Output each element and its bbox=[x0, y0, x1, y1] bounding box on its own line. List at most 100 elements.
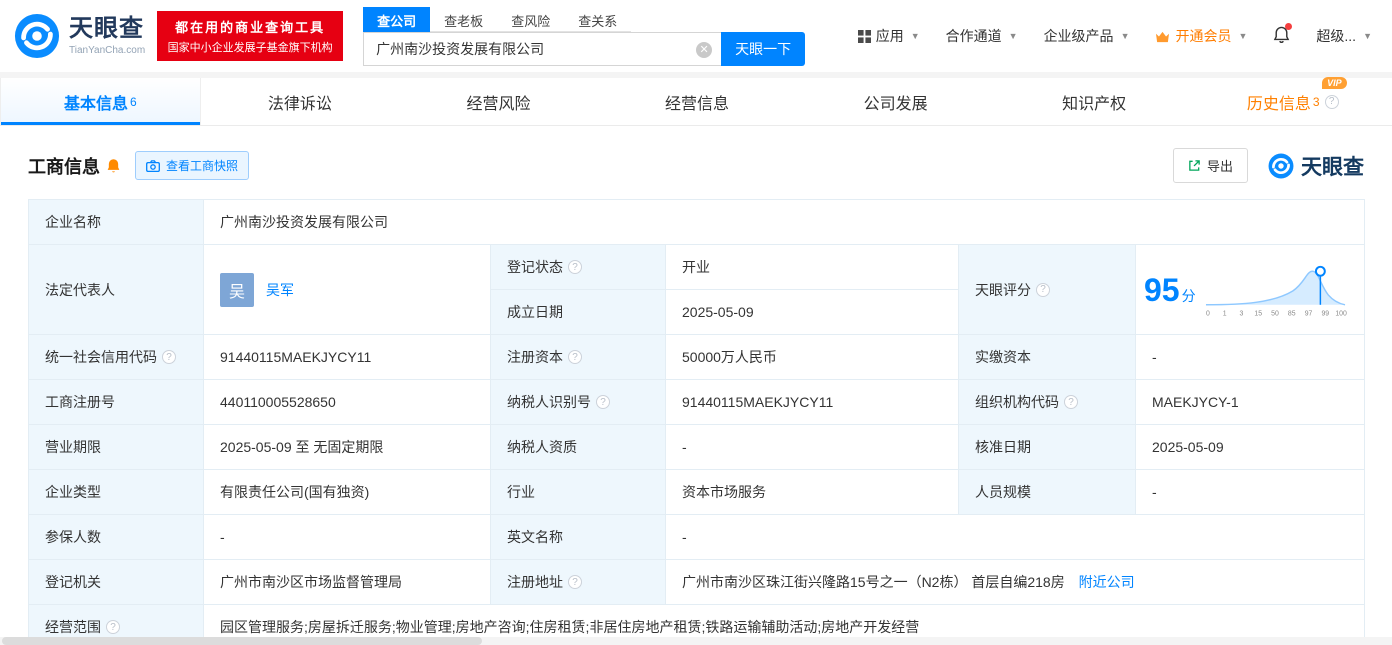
chevron-down-icon: ▼ bbox=[1008, 31, 1018, 41]
industry-value: 资本市场服务 bbox=[665, 469, 959, 515]
nav-apps-label: 应用 bbox=[875, 28, 904, 44]
field-label: 登记状态? bbox=[490, 244, 666, 290]
help-icon[interactable]: ? bbox=[1036, 282, 1050, 297]
search-button[interactable]: 天眼一下 bbox=[721, 31, 806, 66]
brand-name: 天眼查 bbox=[69, 14, 144, 42]
nav-open-vip[interactable]: 开通会员 ▼ bbox=[1155, 26, 1247, 46]
field-label: 纳税人识别号? bbox=[490, 379, 666, 425]
field-label: 天眼评分? bbox=[958, 244, 1136, 335]
brand-domain: TianYanCha.com bbox=[69, 44, 146, 56]
help-icon[interactable]: ? bbox=[1064, 395, 1078, 409]
score-value[interactable]: 95 分 bbox=[1144, 274, 1196, 306]
company-type-value: 有限责任公司(国有独资) bbox=[203, 469, 491, 515]
export-button-label: 导出 bbox=[1206, 159, 1233, 174]
nav-super-vip[interactable]: 超级... ▼ bbox=[1316, 26, 1372, 46]
help-icon[interactable]: ? bbox=[568, 575, 582, 589]
establish-date-value: 2025-05-09 bbox=[665, 289, 959, 335]
tab-basic-info-label: 基本信息 bbox=[63, 95, 128, 113]
vip-badge: VIP bbox=[1322, 76, 1347, 89]
nav-open-vip-label: 开通会员 bbox=[1175, 28, 1232, 44]
nav-super-vip-label: 超级... bbox=[1316, 28, 1357, 44]
help-icon[interactable]: ? bbox=[596, 395, 610, 409]
insured-count-value: - bbox=[203, 514, 491, 560]
search-input[interactable] bbox=[364, 32, 722, 65]
score-cell: 95 分 0 1 3 15 50 85 97 99 100 bbox=[1134, 244, 1366, 335]
tab-legal-label: 法律诉讼 bbox=[267, 95, 332, 113]
svg-text:1: 1 bbox=[1222, 310, 1226, 317]
nav-partners[interactable]: 合作通道 ▼ bbox=[946, 26, 1018, 46]
table-row: 法定代表人 吴 吴军 登记状态? 开业 天眼评分? 95 分 0 1 3 15 … bbox=[28, 244, 1366, 335]
chevron-down-icon: ▼ bbox=[1238, 31, 1248, 41]
scrollbar-thumb[interactable] bbox=[2, 637, 482, 645]
tab-legal[interactable]: 法律诉讼 bbox=[201, 78, 400, 125]
legal-rep-cell: 吴 吴军 bbox=[203, 244, 491, 335]
legal-rep-link[interactable]: 吴军 bbox=[266, 280, 294, 300]
tab-company-development-label: 公司发展 bbox=[863, 95, 928, 113]
tab-history-info-count: 3 bbox=[1312, 94, 1320, 109]
svg-text:85: 85 bbox=[1288, 310, 1296, 317]
help-icon[interactable]: ? bbox=[106, 620, 120, 634]
field-label: 注册资本? bbox=[490, 334, 666, 380]
chevron-down-icon: ▼ bbox=[910, 31, 920, 41]
table-row: 参保人数 - 英文名称 - bbox=[28, 514, 1366, 560]
field-label: 人员规模 bbox=[958, 469, 1136, 515]
tab-history-info[interactable]: 历史信息 3 VIP ? bbox=[1193, 76, 1392, 125]
field-label: 英文名称 bbox=[490, 514, 666, 560]
score-distribution-chart: 0 1 3 15 50 85 97 99 100 bbox=[1205, 265, 1347, 317]
nearby-companies-link[interactable]: 附近公司 bbox=[1079, 574, 1135, 590]
reg-status-value: 开业 bbox=[665, 244, 959, 290]
table-row: 企业名称 广州南沙投资发展有限公司 bbox=[28, 199, 1366, 245]
avatar[interactable]: 吴 bbox=[220, 272, 254, 307]
export-button[interactable]: 导出 bbox=[1172, 148, 1248, 183]
nav-partners-label: 合作通道 bbox=[945, 28, 1002, 44]
tianyancha-logo-icon bbox=[14, 13, 60, 59]
help-icon[interactable]: ? bbox=[1324, 94, 1339, 109]
field-label: 纳税人资质 bbox=[490, 424, 666, 470]
tianyancha-logo[interactable]: 天眼查 TianYanCha.com bbox=[14, 13, 145, 59]
tab-operating-risk-label: 经营风险 bbox=[466, 95, 531, 113]
chevron-down-icon: ▼ bbox=[1363, 31, 1372, 41]
help-icon[interactable]: ? bbox=[162, 350, 176, 364]
subscribe-bell-icon[interactable] bbox=[106, 157, 121, 174]
reg-authority-value: 广州市南沙区市场监督管理局 bbox=[203, 559, 491, 605]
grid-icon bbox=[857, 29, 871, 43]
company-name-value: 广州南沙投资发展有限公司 bbox=[202, 199, 1366, 245]
tab-operating-info[interactable]: 经营信息 bbox=[598, 78, 797, 125]
search-input-wrap: ✕ bbox=[363, 31, 722, 66]
nav-enterprise-label: 企业级产品 bbox=[1043, 28, 1114, 44]
search-tab-risk[interactable]: 查风险 bbox=[497, 7, 565, 32]
slogan-line1: 都在用的商业查询工具 bbox=[175, 20, 326, 35]
org-code-value: MAEKJYCY-1 bbox=[1134, 379, 1366, 425]
field-label: 营业期限 bbox=[28, 424, 204, 470]
tab-intellectual-property[interactable]: 知识产权 bbox=[995, 78, 1194, 125]
help-icon[interactable]: ? bbox=[568, 260, 582, 274]
field-label: 企业名称 bbox=[28, 199, 204, 245]
tab-history-info-label: 历史信息 bbox=[1246, 95, 1311, 113]
field-label: 实缴资本 bbox=[958, 334, 1136, 380]
snapshot-button-label: 查看工商快照 bbox=[166, 159, 239, 173]
section-head: 工商信息 查看工商快照 导出 天眼查 bbox=[0, 126, 1392, 197]
search-area: 查公司 查老板 查风险 查关系 ✕ 天眼一下 bbox=[363, 6, 806, 66]
clear-icon[interactable]: ✕ bbox=[696, 41, 713, 58]
taxpayer-id-value: 91440115MAEKJYCY11 bbox=[665, 379, 959, 425]
search-tab-company[interactable]: 查公司 bbox=[363, 6, 431, 32]
staff-size-value: - bbox=[1134, 469, 1366, 515]
tab-company-development[interactable]: 公司发展 bbox=[796, 78, 995, 125]
nav-apps[interactable]: 应用 ▼ bbox=[857, 26, 920, 46]
paid-capital-value: - bbox=[1134, 334, 1366, 380]
field-label: 参保人数 bbox=[28, 514, 204, 560]
tab-operating-risk[interactable]: 经营风险 bbox=[399, 78, 598, 125]
table-row: 企业类型 有限责任公司(国有独资) 行业 资本市场服务 人员规模 - bbox=[28, 469, 1366, 515]
horizontal-scrollbar[interactable] bbox=[0, 637, 1392, 645]
notification-bell[interactable] bbox=[1273, 23, 1293, 47]
taxpayer-quality-value: - bbox=[665, 424, 959, 470]
help-icon[interactable]: ? bbox=[568, 350, 582, 364]
nav-enterprise[interactable]: 企业级产品 ▼ bbox=[1044, 26, 1130, 46]
search-tab-boss[interactable]: 查老板 bbox=[430, 7, 498, 32]
tab-basic-info[interactable]: 基本信息 6 bbox=[0, 78, 201, 125]
approval-date-value: 2025-05-09 bbox=[1134, 424, 1366, 470]
field-label: 统一社会信用代码? bbox=[28, 334, 204, 380]
snapshot-button[interactable]: 查看工商快照 bbox=[135, 151, 250, 180]
english-name-value: - bbox=[664, 514, 1366, 560]
search-tab-relation[interactable]: 查关系 bbox=[564, 7, 632, 32]
